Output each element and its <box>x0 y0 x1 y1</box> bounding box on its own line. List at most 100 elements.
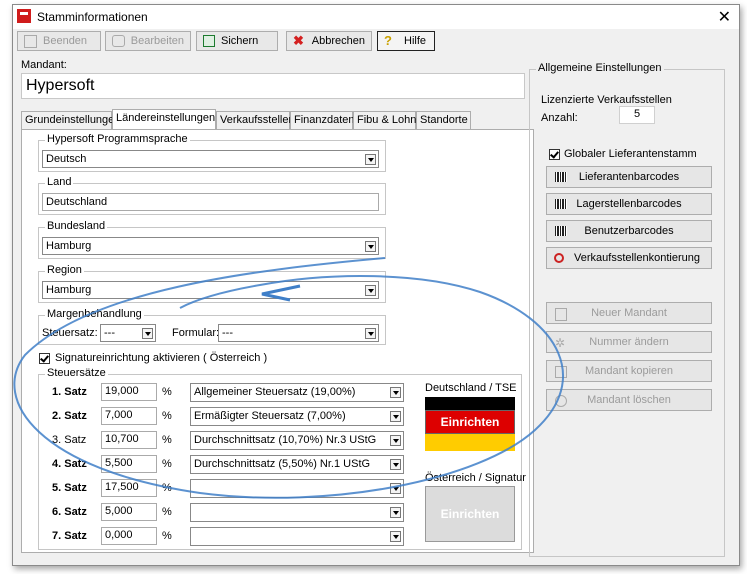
app-icon <box>17 9 31 23</box>
satz-4-label: 4. Satz <box>52 458 87 470</box>
satz-4-select[interactable]: Durchschnittsatz (5,50%) Nr.1 UStG <box>190 455 404 474</box>
global-lieferanten-label: Globaler Lieferantenstamm <box>564 148 697 160</box>
region-select[interactable]: Hamburg <box>42 281 379 299</box>
window-title: Stamminformationen <box>37 10 148 24</box>
toolbar: Beenden Bearbeiten Sichern ✖ Abbrechen ?… <box>13 31 739 53</box>
satz-2-input[interactable]: 7,000 <box>101 407 157 425</box>
satz-1-select[interactable]: Allgemeiner Steuersatz (19,00%) <box>190 383 404 402</box>
satz-1-input[interactable]: 19,000 <box>101 383 157 401</box>
sichern-button[interactable]: Sichern <box>196 31 278 51</box>
satz-3-select[interactable]: Durchschnittsatz (10,70%) Nr.3 UStG <box>190 431 404 450</box>
formular-label: Formular: <box>172 327 220 339</box>
delete-icon <box>555 395 567 407</box>
satz-7-label: 7. Satz <box>52 530 87 542</box>
neuer-mandant-button[interactable]: Neuer Mandant <box>546 302 712 324</box>
steuersatz-label: Steuersatz: <box>42 327 98 339</box>
chevron-down-icon <box>390 483 401 494</box>
satz-1-label: 1. Satz <box>52 386 87 398</box>
percent-label: % <box>162 506 172 518</box>
kontierung-icon <box>554 253 564 263</box>
chevron-down-icon <box>365 154 376 165</box>
bearbeiten-button[interactable]: Bearbeiten <box>105 31 191 51</box>
main-window: Stamminformationen ✕ Beenden Bearbeiten … <box>12 4 740 566</box>
abbrechen-button[interactable]: ✖ Abbrechen <box>286 31 372 51</box>
cancel-icon: ✖ <box>293 33 304 48</box>
benutzerbarcodes-button[interactable]: Benutzerbarcodes <box>546 220 712 242</box>
chevron-down-icon <box>390 411 401 422</box>
close-icon[interactable]: ✕ <box>718 7 731 27</box>
tab-grundeinstellungen[interactable]: Grundeinstellungen <box>21 111 120 129</box>
anzahl-label: Anzahl: <box>541 112 578 124</box>
mandant-label: Mandant: <box>21 59 67 71</box>
land-field[interactable]: Deutschland <box>42 193 379 211</box>
tab-laendereinstellungen[interactable]: Ländereinstellungen <box>112 109 216 129</box>
mandant-field[interactable]: Hypersoft <box>21 73 525 99</box>
tab-verkaufsstellen[interactable]: Verkaufsstellen <box>216 111 295 129</box>
verkaufsstellenkontierung-button[interactable]: Verkaufsstellenkontierung <box>546 247 712 269</box>
chevron-down-icon <box>365 328 376 339</box>
gear-icon: ✲ <box>555 336 566 350</box>
lieferantenbarcodes-button[interactable]: Lieferantenbarcodes <box>546 166 712 188</box>
chevron-down-icon <box>390 507 401 518</box>
percent-label: % <box>162 434 172 446</box>
barcode-icon <box>555 172 567 182</box>
new-doc-icon <box>555 308 567 321</box>
tab-fibu-lohn[interactable]: Fibu & Lohn <box>353 111 416 129</box>
percent-label: % <box>162 482 172 494</box>
satz-2-select[interactable]: Ermäßigter Steuersatz (7,00%) <box>190 407 404 426</box>
satz-7-select[interactable] <box>190 527 404 546</box>
lizenz-label: Lizenzierte Verkaufsstellen <box>541 94 672 106</box>
signatur-checkbox[interactable] <box>39 353 50 364</box>
at-einrichten-button[interactable]: Einrichten <box>425 486 515 542</box>
margen-steuersatz-select[interactable]: --- <box>100 324 156 342</box>
edit-icon <box>112 35 125 47</box>
satz-6-input[interactable]: 5,000 <box>101 503 157 521</box>
chevron-down-icon <box>365 241 376 252</box>
satz-2-label: 2. Satz <box>52 410 87 422</box>
percent-label: % <box>162 410 172 422</box>
tse-label: Deutschland / TSE <box>425 382 517 394</box>
mandant-kopieren-button[interactable]: Mandant kopieren <box>546 360 712 382</box>
satz-6-label: 6. Satz <box>52 506 87 518</box>
margen-formular-select[interactable]: --- <box>218 324 379 342</box>
chevron-down-icon <box>142 328 153 339</box>
satz-7-input[interactable]: 0,000 <box>101 527 157 545</box>
chevron-down-icon <box>390 387 401 398</box>
nummer-aendern-button[interactable]: ✲ Nummer ändern <box>546 331 712 353</box>
percent-label: % <box>162 386 172 398</box>
hilfe-button[interactable]: ? Hilfe <box>377 31 435 51</box>
mandant-loeschen-button[interactable]: Mandant löschen <box>546 389 712 411</box>
percent-label: % <box>162 530 172 542</box>
satz-5-input[interactable]: 17,500 <box>101 479 157 497</box>
lagerstellenbarcodes-button[interactable]: Lagerstellenbarcodes <box>546 193 712 215</box>
tse-einrichten-button[interactable]: Einrichten <box>425 410 515 434</box>
chevron-down-icon <box>390 531 401 542</box>
copy-icon <box>555 366 567 378</box>
save-icon <box>203 35 215 47</box>
chevron-down-icon <box>390 435 401 446</box>
chevron-down-icon <box>365 285 376 296</box>
satz-3-label: 3. Satz <box>52 434 87 446</box>
tab-standorte[interactable]: Standorte <box>416 111 471 129</box>
barcode-icon <box>555 226 567 236</box>
satz-5-select[interactable] <box>190 479 404 498</box>
flag-stripe-gold <box>425 433 515 451</box>
laendereinstellungen-page: Hypersoft Programmsprache Deutsch Land D… <box>21 129 534 553</box>
beenden-button[interactable]: Beenden <box>17 31 101 51</box>
title-bar: Stamminformationen ✕ <box>13 5 739 29</box>
global-lieferanten-checkbox[interactable] <box>549 149 560 160</box>
at-label: Österreich / Signatur <box>425 472 526 484</box>
satz-6-select[interactable] <box>190 503 404 522</box>
percent-label: % <box>162 458 172 470</box>
satz-4-input[interactable]: 5,500 <box>101 455 157 473</box>
satz-3-input[interactable]: 10,700 <box>101 431 157 449</box>
anzahl-field[interactable]: 5 <box>619 106 655 124</box>
exit-icon <box>24 34 37 48</box>
signatur-label: Signatureinrichtung aktivieren ( Österre… <box>55 352 268 364</box>
tab-finanzdaten[interactable]: Finanzdaten <box>290 111 355 129</box>
sprache-select[interactable]: Deutsch <box>42 150 379 168</box>
bundesland-select[interactable]: Hamburg <box>42 237 379 255</box>
satz-5-label: 5. Satz <box>52 482 87 494</box>
chevron-down-icon <box>390 459 401 470</box>
barcode-icon <box>555 199 567 209</box>
